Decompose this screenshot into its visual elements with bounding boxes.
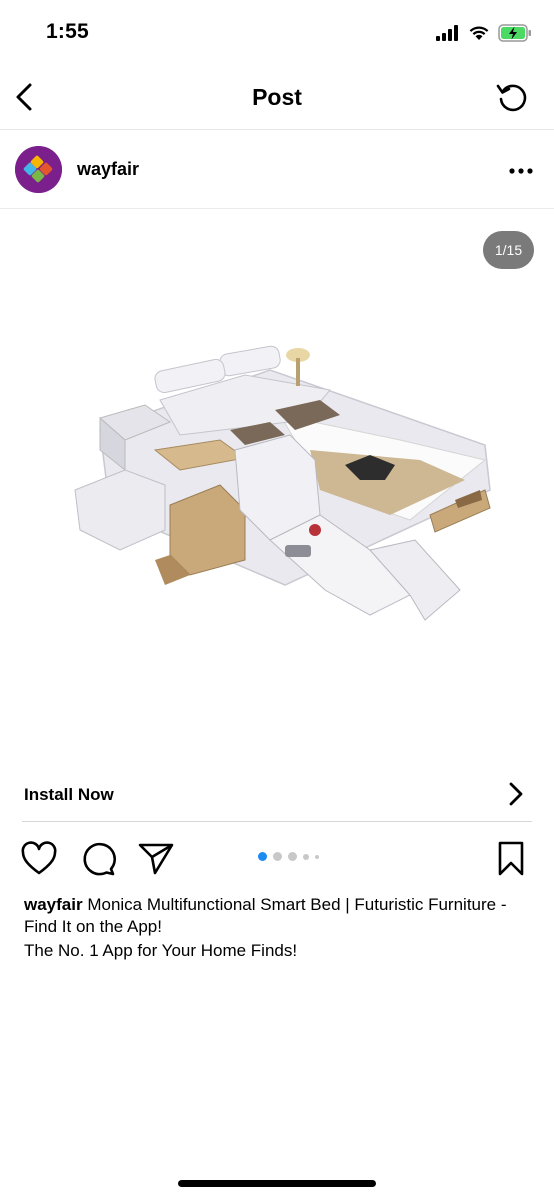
chevron-right-icon — [509, 782, 523, 806]
page-counter: 1/15 — [483, 231, 534, 269]
wayfair-logo-icon — [15, 146, 62, 193]
smart-bed-image — [74, 345, 491, 621]
post-caption: wayfair Monica Multifunctional Smart Bed… — [24, 894, 534, 962]
signal-icon — [436, 25, 458, 41]
page-title: Post — [252, 84, 302, 110]
share-icon[interactable] — [137, 840, 175, 878]
caption-line1: wayfair Monica Multifunctional Smart Bed… — [24, 894, 534, 938]
wifi-icon — [469, 26, 489, 40]
caption-line2: The No. 1 App for Your Home Finds! — [24, 941, 298, 960]
status-bar: 1:55 — [0, 0, 554, 66]
carousel-dot — [315, 854, 319, 859]
post-header: wayfair — [0, 131, 554, 209]
home-indicator[interactable] — [178, 1180, 376, 1187]
battery-charging-icon — [498, 24, 531, 42]
nav-bar: Post — [0, 66, 554, 130]
carousel-indicator — [258, 852, 319, 861]
avatar[interactable] — [15, 146, 62, 193]
carousel-dot — [288, 852, 297, 861]
heart-icon[interactable] — [20, 840, 58, 878]
status-time: 1:55 — [46, 20, 89, 43]
post-actions — [0, 838, 554, 882]
carousel-dot-active — [258, 852, 267, 861]
status-icons — [436, 24, 532, 42]
caption-username[interactable]: wayfair — [24, 895, 83, 914]
comment-icon[interactable] — [79, 840, 117, 878]
bookmark-icon[interactable] — [492, 840, 530, 878]
carousel-dot — [303, 853, 309, 860]
caption-text: Monica Multifunctional Smart Bed | Futur… — [24, 895, 507, 936]
carousel-dot — [273, 852, 282, 861]
more-horizontal-icon[interactable] — [508, 167, 534, 175]
post-media[interactable]: 1/15 — [0, 210, 554, 766]
install-now-label: Install Now — [24, 785, 114, 804]
account-name[interactable]: wayfair — [77, 159, 139, 180]
refresh-icon[interactable] — [494, 78, 532, 116]
install-now-row[interactable]: Install Now — [22, 766, 532, 822]
